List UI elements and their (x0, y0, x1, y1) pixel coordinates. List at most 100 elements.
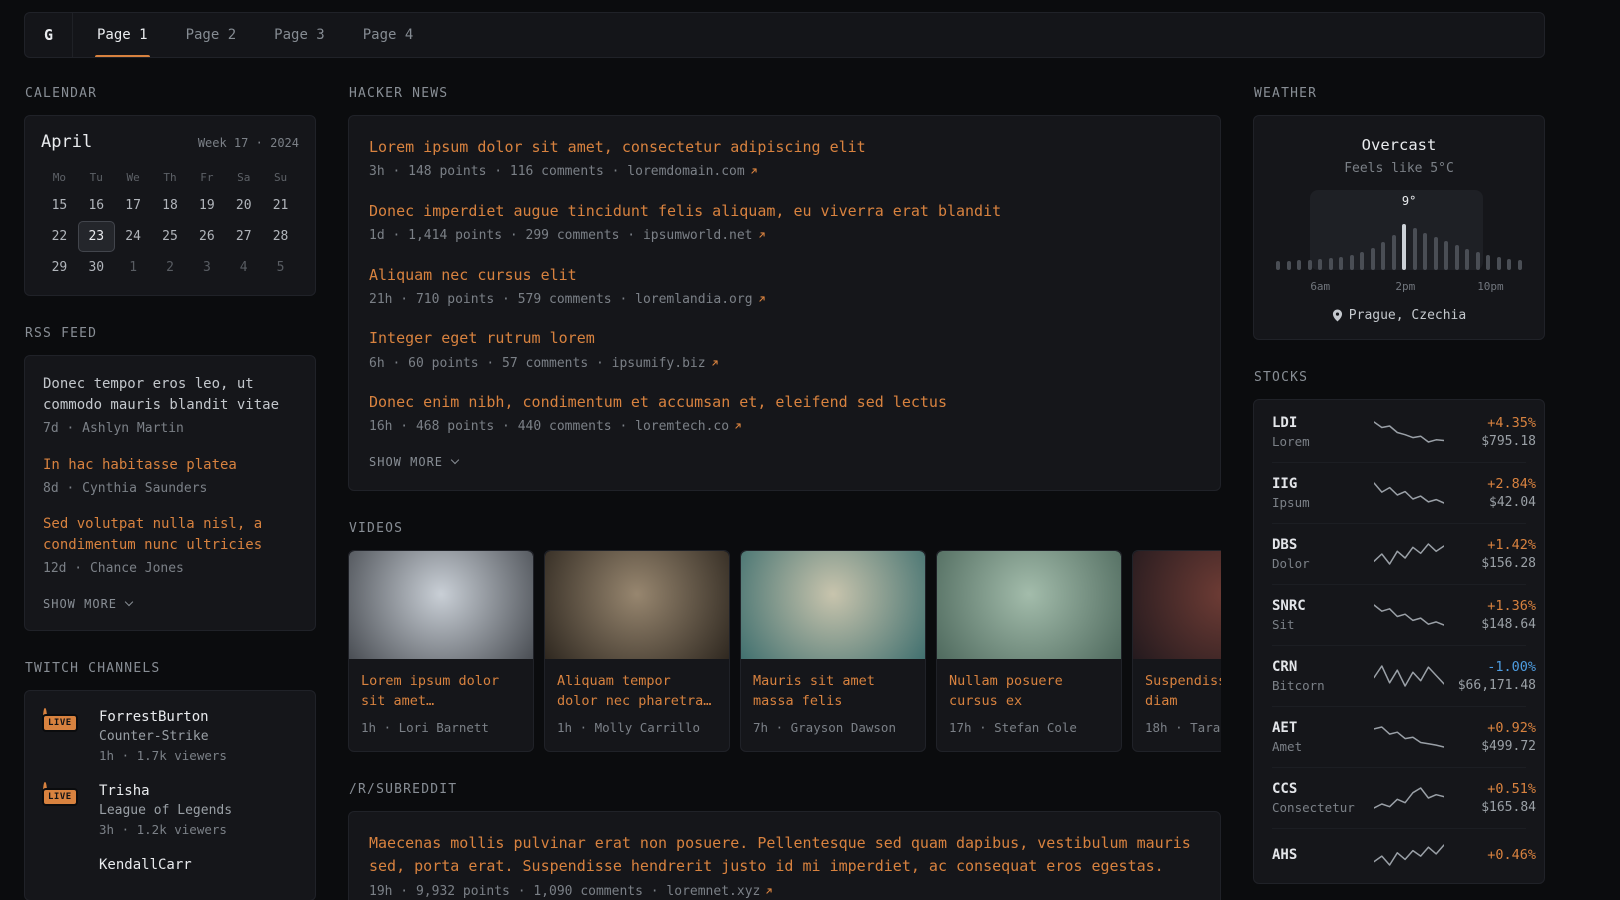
video-body: Lorem ipsum dolor sit amet consectetu… 1… (349, 659, 533, 751)
calendar-week-year: Week 17 · 2024 (198, 136, 299, 150)
video-thumbnail (349, 551, 533, 659)
video-card[interactable]: Mauris sit amet massa felis 7h · Grayson… (740, 550, 926, 752)
rss-item: Sed volutpat nulla nisl, a condimentum n… (43, 514, 297, 579)
stock-row[interactable]: LDI Lorem +4.35% $795.18 (1272, 402, 1526, 462)
hn-title-link[interactable]: Lorem ipsum dolor sit amet, consectetur … (369, 136, 1200, 159)
weather-chart: 9° (1272, 196, 1526, 270)
rss-title-link[interactable]: Sed volutpat nulla nisl, a condimentum n… (43, 514, 297, 556)
calendar-day: 20 (225, 190, 262, 221)
hn-title-link[interactable]: Donec imperdiet augue tincidunt felis al… (369, 200, 1200, 223)
channel-name: ForrestBurton (99, 709, 227, 725)
avatar-wrap: LIVE (43, 783, 85, 800)
stock-row[interactable]: IIG Ipsum +2.84% $42.04 (1272, 462, 1526, 523)
stock-symbol: IIG (1272, 476, 1374, 492)
weather-bars (1276, 198, 1522, 270)
hn-domain-link[interactable]: loremtech.co (635, 419, 743, 434)
stock-change-percent: +1.42% (1487, 537, 1536, 553)
hn-title-link[interactable]: Aliquam nec cursus elit (369, 264, 1200, 287)
live-badge: LIVE (42, 714, 78, 732)
video-card[interactable]: Suspendisse potenti diam 18h · Tara (1132, 550, 1221, 752)
calendar-day: 3 (188, 252, 225, 283)
channel-category: Counter-Strike (99, 729, 227, 744)
subreddit-domain: loremnet.xyz (666, 884, 760, 899)
video-body: Aliquam tempor dolor nec pharetra… 1h · … (545, 659, 729, 751)
live-badge: LIVE (42, 788, 78, 806)
stock-row[interactable]: SNRC Sit +1.36% $148.64 (1272, 584, 1526, 645)
subreddit-domain-link[interactable]: loremnet.xyz (666, 884, 774, 899)
stock-values: +1.42% $156.28 (1444, 537, 1536, 571)
hn-domain-link[interactable]: ipsumify.biz (612, 356, 720, 371)
video-thumbnail (741, 551, 925, 659)
hn-domain: loremlandia.org (635, 292, 752, 307)
calendar-card: April Week 17 · 2024 MoTuWeThFrSaSu 15 (24, 115, 316, 296)
stock-row[interactable]: CCS Consectetur +0.51% $165.84 (1272, 767, 1526, 828)
channel-info: KendallCarr (99, 857, 192, 873)
hn-title-link[interactable]: Donec enim nibh, condimentum et accumsan… (369, 391, 1200, 414)
stock-identity: AHS (1272, 847, 1374, 863)
video-meta: 1h · Molly Carrillo (557, 719, 717, 738)
twitch-channel-row[interactable]: KendallCarr (43, 857, 297, 874)
channel-info: ForrestBurton Counter-Strike 1h · 1.7k v… (99, 709, 227, 763)
twitch-channel-row[interactable]: LIVE ForrestBurton Counter-Strike 1h · 1… (43, 709, 297, 763)
subreddit-post-meta: 19h · 9,932 points · 1,090 comments · lo… (369, 882, 1200, 900)
twitch-section-title: TWITCH CHANNELS (25, 661, 316, 676)
page-tab[interactable]: Page 1 (95, 13, 150, 57)
video-meta: 18h · Tara (1145, 719, 1221, 738)
channel-name: KendallCarr (99, 857, 192, 873)
rss-widget: RSS FEED Donec tempor eros leo, ut commo… (24, 326, 316, 631)
weekday-label: Mo (41, 164, 78, 190)
hn-show-more-button[interactable]: SHOW MORE (369, 455, 458, 469)
hn-domain-link[interactable]: loremdomain.com (627, 164, 758, 179)
page-tab[interactable]: Page 2 (184, 13, 239, 57)
stock-row[interactable]: AET Amet +0.92% $499.72 (1272, 706, 1526, 767)
hn-meta-text: 3h · 148 points · 116 comments (369, 164, 604, 179)
video-card[interactable]: Lorem ipsum dolor sit amet consectetu… 1… (348, 550, 534, 752)
stock-price: $165.84 (1481, 800, 1536, 815)
video-title-link[interactable]: Nullam posuere cursus ex (949, 671, 1109, 712)
calendar-widget: CALENDAR April Week 17 · 2024 MoTuWeThFr… (24, 86, 316, 296)
stock-name: Dolor (1272, 556, 1374, 571)
hn-domain: ipsumify.biz (612, 356, 706, 371)
right-column: WEATHER Overcast Feels like 5°C 9° 6am2p… (1253, 86, 1545, 900)
stock-row[interactable]: CRN Bitcorn -1.00% $66,171.48 (1272, 645, 1526, 706)
video-card[interactable]: Aliquam tempor dolor nec pharetra… 1h · … (544, 550, 730, 752)
video-card[interactable]: Nullam posuere cursus ex 17h · Stefan Co… (936, 550, 1122, 752)
page-tabs: Page 1 Page 2 Page 3 Page 4 (95, 13, 415, 57)
twitch-channel-row[interactable]: LIVE Trisha League of Legends 3h · 1.2k … (43, 783, 297, 837)
page-tab[interactable]: Page 3 (272, 13, 327, 57)
channel-viewers: 3h · 1.2k viewers (99, 822, 232, 837)
page-tab[interactable]: Page 4 (361, 13, 416, 57)
stock-values: +1.36% $148.64 (1444, 598, 1536, 632)
rss-show-more-button[interactable]: SHOW MORE (43, 597, 132, 611)
stock-name: Sit (1272, 617, 1374, 632)
header-bar: G Page 1 Page 2 Page 3 Page 4 (24, 12, 1545, 58)
stock-change-percent: +2.84% (1487, 476, 1536, 492)
hacker-news-card: Lorem ipsum dolor sit amet, consectetur … (348, 115, 1221, 491)
subreddit-widget: /R/SUBREDDIT Maecenas mollis pulvinar er… (348, 782, 1221, 900)
hn-domain-link[interactable]: ipsumworld.net (643, 228, 767, 243)
calendar-day: 29 (41, 252, 78, 283)
calendar-day: 19 (188, 190, 225, 221)
stock-symbol: DBS (1272, 537, 1374, 553)
video-title-link[interactable]: Lorem ipsum dolor sit amet consectetu… (361, 671, 521, 712)
external-link-icon (764, 885, 774, 900)
stock-row[interactable]: AHS +0.46% (1272, 828, 1526, 881)
subreddit-meta-text: 19h · 9,932 points · 1,090 comments (369, 884, 643, 899)
video-body: Nullam posuere cursus ex 17h · Stefan Co… (937, 659, 1121, 751)
hn-item-meta: 16h · 468 points · 440 comments · loremt… (369, 417, 1200, 437)
stock-identity: AET Amet (1272, 720, 1374, 754)
video-title-link[interactable]: Mauris sit amet massa felis (753, 671, 913, 712)
video-title-link[interactable]: Aliquam tempor dolor nec pharetra… (557, 671, 717, 712)
hn-domain: loremtech.co (635, 419, 729, 434)
stock-sparkline (1374, 785, 1444, 811)
rss-title-link[interactable]: Donec tempor eros leo, ut commodo mauris… (43, 374, 297, 416)
stock-row[interactable]: DBS Dolor +1.42% $156.28 (1272, 523, 1526, 584)
subreddit-post-title-link[interactable]: Maecenas mollis pulvinar erat non posuer… (369, 832, 1200, 879)
hn-title-link[interactable]: Integer eget rutrum lorem (369, 327, 1200, 350)
hn-domain-link[interactable]: loremlandia.org (635, 292, 766, 307)
avatar (43, 856, 47, 876)
video-title-link[interactable]: Suspendisse potenti diam (1145, 671, 1221, 712)
time-label: 10pm (1477, 280, 1504, 293)
external-link-icon (757, 293, 767, 308)
rss-title-link[interactable]: In hac habitasse platea (43, 455, 297, 476)
